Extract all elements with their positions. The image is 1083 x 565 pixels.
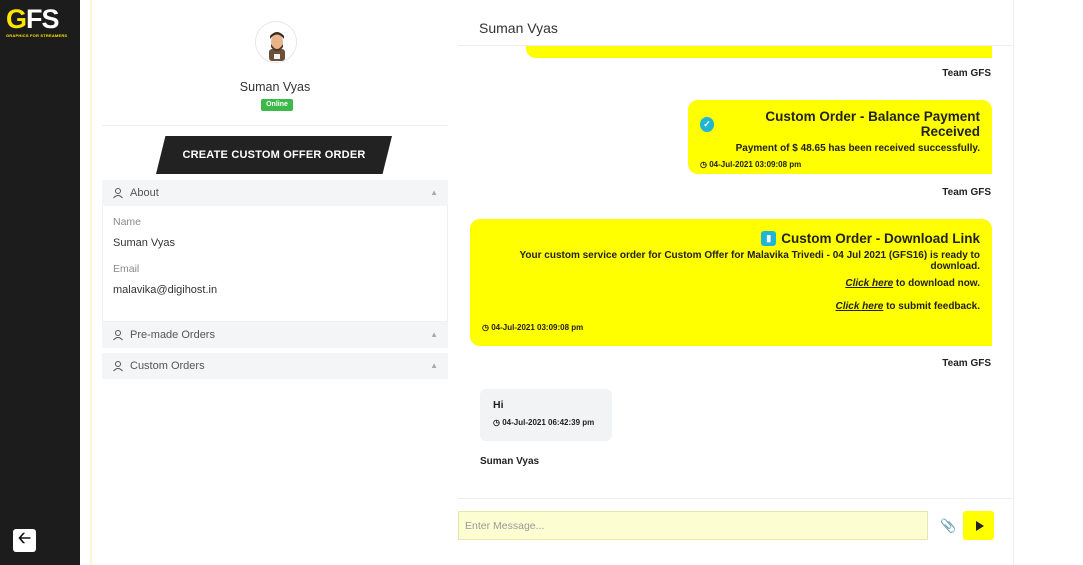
logo-letter-g: G: [6, 4, 27, 34]
email-label: Email: [113, 263, 140, 275]
message-text: Payment of $ 48.65 has been received suc…: [735, 143, 980, 154]
feedback-suffix: to submit feedback.: [883, 301, 980, 312]
arrow-left-icon: 🡠: [18, 530, 31, 547]
chevron-up-icon: ▲: [430, 361, 438, 370]
feedback-line: Click here to submit feedback.: [482, 301, 981, 312]
message-time-text: 04-Jul-2021 03:09:08 pm: [491, 323, 584, 332]
user-icon: [113, 188, 123, 199]
app-root: GFS GRAPHICS FOR STREAMERS 🡠 Suman Vyas …: [0, 0, 1083, 565]
avatar: [255, 21, 297, 63]
message-sender: Team GFS: [942, 358, 991, 369]
download-link[interactable]: Click here: [845, 278, 893, 289]
chevron-up-icon: ▲: [430, 330, 438, 339]
profile-divider: [102, 125, 448, 126]
accordion-premade-orders[interactable]: Pre-made Orders ▲: [102, 322, 448, 348]
accordion-premade-label: Pre-made Orders: [130, 329, 215, 341]
user-avatar-icon: [256, 22, 296, 62]
paperclip-icon[interactable]: 📎: [940, 518, 956, 534]
about-details: Name Suman Vyas Email malavika@digihost.…: [102, 206, 448, 322]
message-time-text: 04-Jul-2021 03:09:08 pm: [709, 160, 802, 169]
back-button[interactable]: 🡠: [13, 529, 36, 552]
accordion-about[interactable]: About ▲: [102, 180, 448, 206]
received-message-bubble: Hi ◷ 04-Jul-2021 06:42:39 pm: [480, 389, 612, 441]
message-time-text: 04-Jul-2021 06:42:39 pm: [502, 418, 595, 427]
message-sender: Team GFS: [942, 68, 991, 79]
chat-right-border: [1013, 0, 1014, 565]
message-bubble: ✓ Custom Order - Balance Payment Receive…: [688, 100, 992, 174]
chat-panel: Suman Vyas Team GFS ✓ Custom Order - Bal…: [458, 10, 1013, 565]
message-title-text: Custom Order - Balance Payment Received: [765, 109, 980, 139]
send-icon: [975, 520, 984, 531]
chevron-up-icon: ▲: [430, 188, 438, 197]
nav-divider: [90, 0, 92, 565]
clock-icon: ◷: [482, 323, 489, 332]
message-bubble: ▮ Custom Order - Download Link Your cust…: [470, 219, 992, 346]
clock-icon: ◷: [700, 160, 707, 169]
accordion-about-label: About: [130, 187, 159, 199]
check-icon: ✓: [700, 116, 715, 132]
message-bubble: [526, 46, 992, 58]
send-button[interactable]: [963, 511, 994, 540]
gfs-logo[interactable]: GFS GRAPHICS FOR STREAMERS: [6, 6, 74, 42]
message-text: Your custom service order for Custom Off…: [519, 250, 980, 272]
download-line: Click here to download now.: [482, 278, 980, 289]
chat-header: Suman Vyas: [458, 10, 1013, 46]
side-nav: GFS GRAPHICS FOR STREAMERS 🡠: [0, 0, 80, 565]
message-timestamp: ◷ 04-Jul-2021 03:09:08 pm: [482, 323, 980, 332]
profile-name: Suman Vyas: [239, 80, 311, 94]
logo-letters-fs: FS: [26, 4, 60, 34]
status-badge: Online: [261, 99, 293, 111]
message-text: Hi: [493, 399, 504, 411]
message-title: ▮ Custom Order - Download Link: [482, 231, 980, 246]
accordion-custom-label: Custom Orders: [130, 360, 205, 372]
name-label: Name: [113, 216, 142, 228]
logo-subtitle: GRAPHICS FOR STREAMERS: [6, 33, 68, 38]
name-value: Suman Vyas: [113, 237, 175, 249]
message-sender: Suman Vyas: [480, 456, 540, 467]
message-input[interactable]: [458, 511, 928, 540]
accordion-custom-orders[interactable]: Custom Orders ▲: [102, 353, 448, 379]
file-icon: ▮: [761, 231, 777, 246]
message-timestamp: ◷ 04-Jul-2021 03:09:08 pm: [700, 160, 980, 169]
create-custom-offer-button[interactable]: CREATE CUSTOM OFFER ORDER: [156, 136, 392, 174]
feedback-link[interactable]: Click here: [836, 301, 884, 312]
user-icon: [113, 361, 123, 372]
clock-icon: ◷: [493, 418, 500, 427]
email-value: malavika@digihost.in: [113, 284, 218, 296]
download-suffix: to download now.: [893, 278, 980, 289]
message-title-text: Custom Order - Download Link: [781, 231, 980, 246]
message-composer: 📎: [458, 498, 1013, 565]
chat-messages[interactable]: Team GFS ✓ Custom Order - Balance Paymen…: [458, 46, 1013, 498]
message-title: ✓ Custom Order - Balance Payment Receive…: [700, 109, 980, 139]
user-icon: [113, 330, 123, 341]
message-sender: Team GFS: [942, 187, 991, 198]
message-timestamp: ◷ 04-Jul-2021 06:42:39 pm: [493, 418, 599, 427]
